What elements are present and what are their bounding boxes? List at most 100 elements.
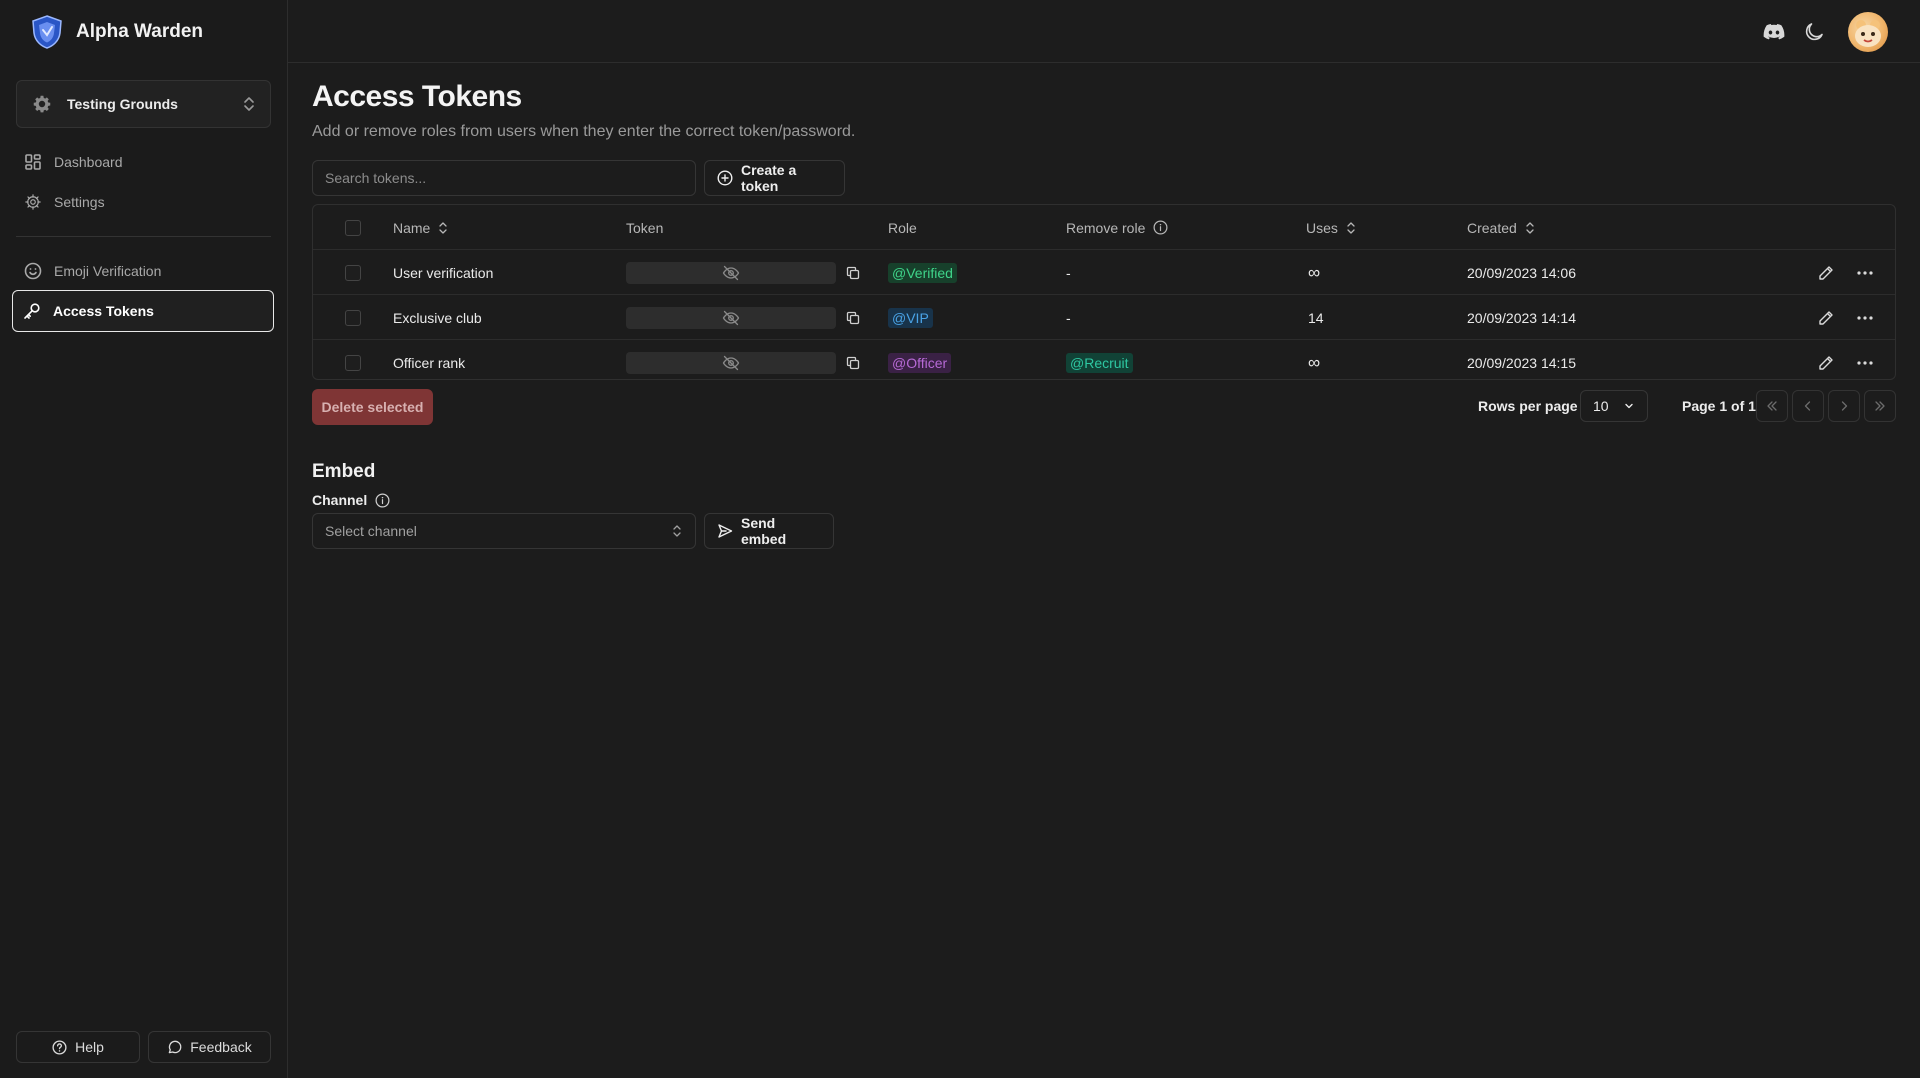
plus-circle-icon: [717, 170, 733, 186]
copy-icon[interactable]: [846, 340, 860, 385]
token-hidden-field[interactable]: [626, 261, 836, 284]
more-horizontal-icon[interactable]: [1856, 250, 1874, 295]
column-label: Created: [1467, 219, 1517, 236]
uses: 14: [1308, 309, 1324, 326]
token-hidden-field[interactable]: [626, 306, 836, 329]
sidebar-item-dashboard[interactable]: Dashboard: [14, 143, 274, 181]
discord-icon[interactable]: [1762, 20, 1786, 44]
chevron-left-icon: [1802, 400, 1814, 412]
chevrons-up-down-icon: [671, 524, 683, 538]
chevron-right-icon: [1838, 400, 1850, 412]
feedback-button[interactable]: Feedback: [148, 1031, 271, 1063]
create-token-button[interactable]: Create a token: [704, 160, 845, 196]
row-select-cell: [345, 250, 361, 295]
page-subtitle: Add or remove roles from users when they…: [312, 123, 856, 140]
token-hidden-field[interactable]: [626, 351, 836, 374]
column-label: Role: [888, 219, 917, 236]
help-button[interactable]: Help: [16, 1031, 140, 1063]
column-header-created[interactable]: Created: [1467, 205, 1535, 250]
page-title: Access Tokens: [312, 80, 522, 113]
moon-icon[interactable]: [1802, 20, 1826, 44]
pencil-icon[interactable]: [1818, 295, 1834, 340]
previous-page-button[interactable]: [1792, 390, 1824, 422]
key-icon: [23, 302, 41, 320]
last-page-button[interactable]: [1864, 390, 1896, 422]
sidebar-item-label: Dashboard: [54, 154, 123, 170]
created-date: 20/09/2023 14:14: [1467, 309, 1576, 326]
chevron-down-icon: [1623, 400, 1635, 412]
channel-label: Channel: [312, 492, 390, 508]
channel-label-text: Channel: [312, 492, 368, 508]
created-date: 20/09/2023 14:15: [1467, 354, 1576, 371]
pencil-icon[interactable]: [1818, 340, 1834, 385]
info-icon[interactable]: [375, 493, 390, 508]
remove-role: -: [1066, 309, 1071, 326]
avatar[interactable]: [1848, 12, 1888, 52]
chevrons-up-down-icon: [242, 96, 256, 112]
select-all-cell: [345, 205, 361, 250]
channel-select[interactable]: Select channel: [312, 513, 696, 549]
token-name: Exclusive club: [393, 309, 482, 326]
column-header-remove-role: Remove role: [1066, 205, 1168, 250]
table-row: Officer rank @Officer @Recruit ∞ 20/09/2…: [313, 340, 1895, 385]
gear-icon: [24, 193, 42, 211]
create-token-label: Create a token: [741, 162, 797, 194]
sidebar-divider: [16, 236, 271, 237]
token-cell: [626, 250, 836, 295]
token-name: User verification: [393, 264, 494, 281]
more-horizontal-icon[interactable]: [1856, 340, 1874, 385]
sidebar-item-emoji-verification[interactable]: Emoji Verification: [14, 252, 274, 290]
server-gear-icon: [31, 93, 53, 115]
column-label: Remove role: [1066, 219, 1146, 236]
rows-per-page-label: Rows per page: [1478, 398, 1578, 414]
remove-role-badge: @Recruit: [1066, 352, 1133, 373]
uses: ∞: [1308, 262, 1321, 282]
search-input[interactable]: [312, 160, 696, 196]
sort-icon: [438, 221, 448, 235]
server-selector[interactable]: Testing Grounds: [16, 80, 271, 128]
column-header-name[interactable]: Name: [393, 205, 448, 250]
brand[interactable]: Alpha Warden: [30, 14, 203, 50]
message-circle-icon: [167, 1040, 182, 1055]
sidebar-item-label: Settings: [54, 194, 105, 210]
row-checkbox[interactable]: [345, 264, 361, 281]
role-badge: @Officer: [888, 352, 952, 373]
pencil-icon[interactable]: [1818, 250, 1834, 295]
sort-icon: [1346, 221, 1356, 235]
delete-selected-button[interactable]: Delete selected: [312, 389, 433, 425]
column-label: Name: [393, 219, 431, 236]
table-row: User verification @Verified - ∞ 20/09/20…: [313, 250, 1895, 295]
shield-logo-icon: [30, 14, 64, 50]
first-page-button[interactable]: [1756, 390, 1788, 422]
sidebar: Alpha Warden Testing Grounds Dashboard S…: [0, 0, 288, 1078]
dashboard-icon: [24, 153, 42, 171]
help-label: Help: [75, 1039, 104, 1055]
row-checkbox[interactable]: [345, 309, 361, 326]
sidebar-item-label: Emoji Verification: [54, 263, 162, 279]
copy-icon[interactable]: [846, 250, 860, 295]
remove-role: -: [1066, 264, 1071, 281]
app-title: Alpha Warden: [76, 21, 204, 42]
row-select-cell: [345, 295, 361, 340]
sort-icon: [1525, 221, 1535, 235]
info-icon[interactable]: [1153, 220, 1168, 235]
sidebar-item-settings[interactable]: Settings: [14, 183, 274, 221]
next-page-button[interactable]: [1828, 390, 1860, 422]
table-row: Exclusive club @VIP - 14 20/09/2023 14:1…: [313, 295, 1895, 340]
role-cell: @VIP: [888, 295, 933, 340]
copy-icon[interactable]: [846, 295, 860, 340]
column-label: Token: [626, 219, 664, 236]
remove-role-cell: @Recruit: [1066, 340, 1133, 385]
token-cell: [626, 295, 836, 340]
chevrons-right-icon: [1873, 400, 1887, 412]
eye-off-icon: [722, 309, 740, 327]
sidebar-item-access-tokens[interactable]: Access Tokens: [12, 290, 274, 332]
rows-per-page-select[interactable]: 10: [1580, 390, 1648, 422]
more-horizontal-icon[interactable]: [1856, 295, 1874, 340]
column-header-token: Token: [626, 205, 663, 250]
select-all-checkbox[interactable]: [345, 219, 361, 236]
row-checkbox[interactable]: [345, 354, 361, 371]
send-embed-button[interactable]: Send embed: [704, 513, 834, 549]
help-circle-icon: [52, 1039, 67, 1055]
column-header-uses[interactable]: Uses: [1306, 205, 1356, 250]
